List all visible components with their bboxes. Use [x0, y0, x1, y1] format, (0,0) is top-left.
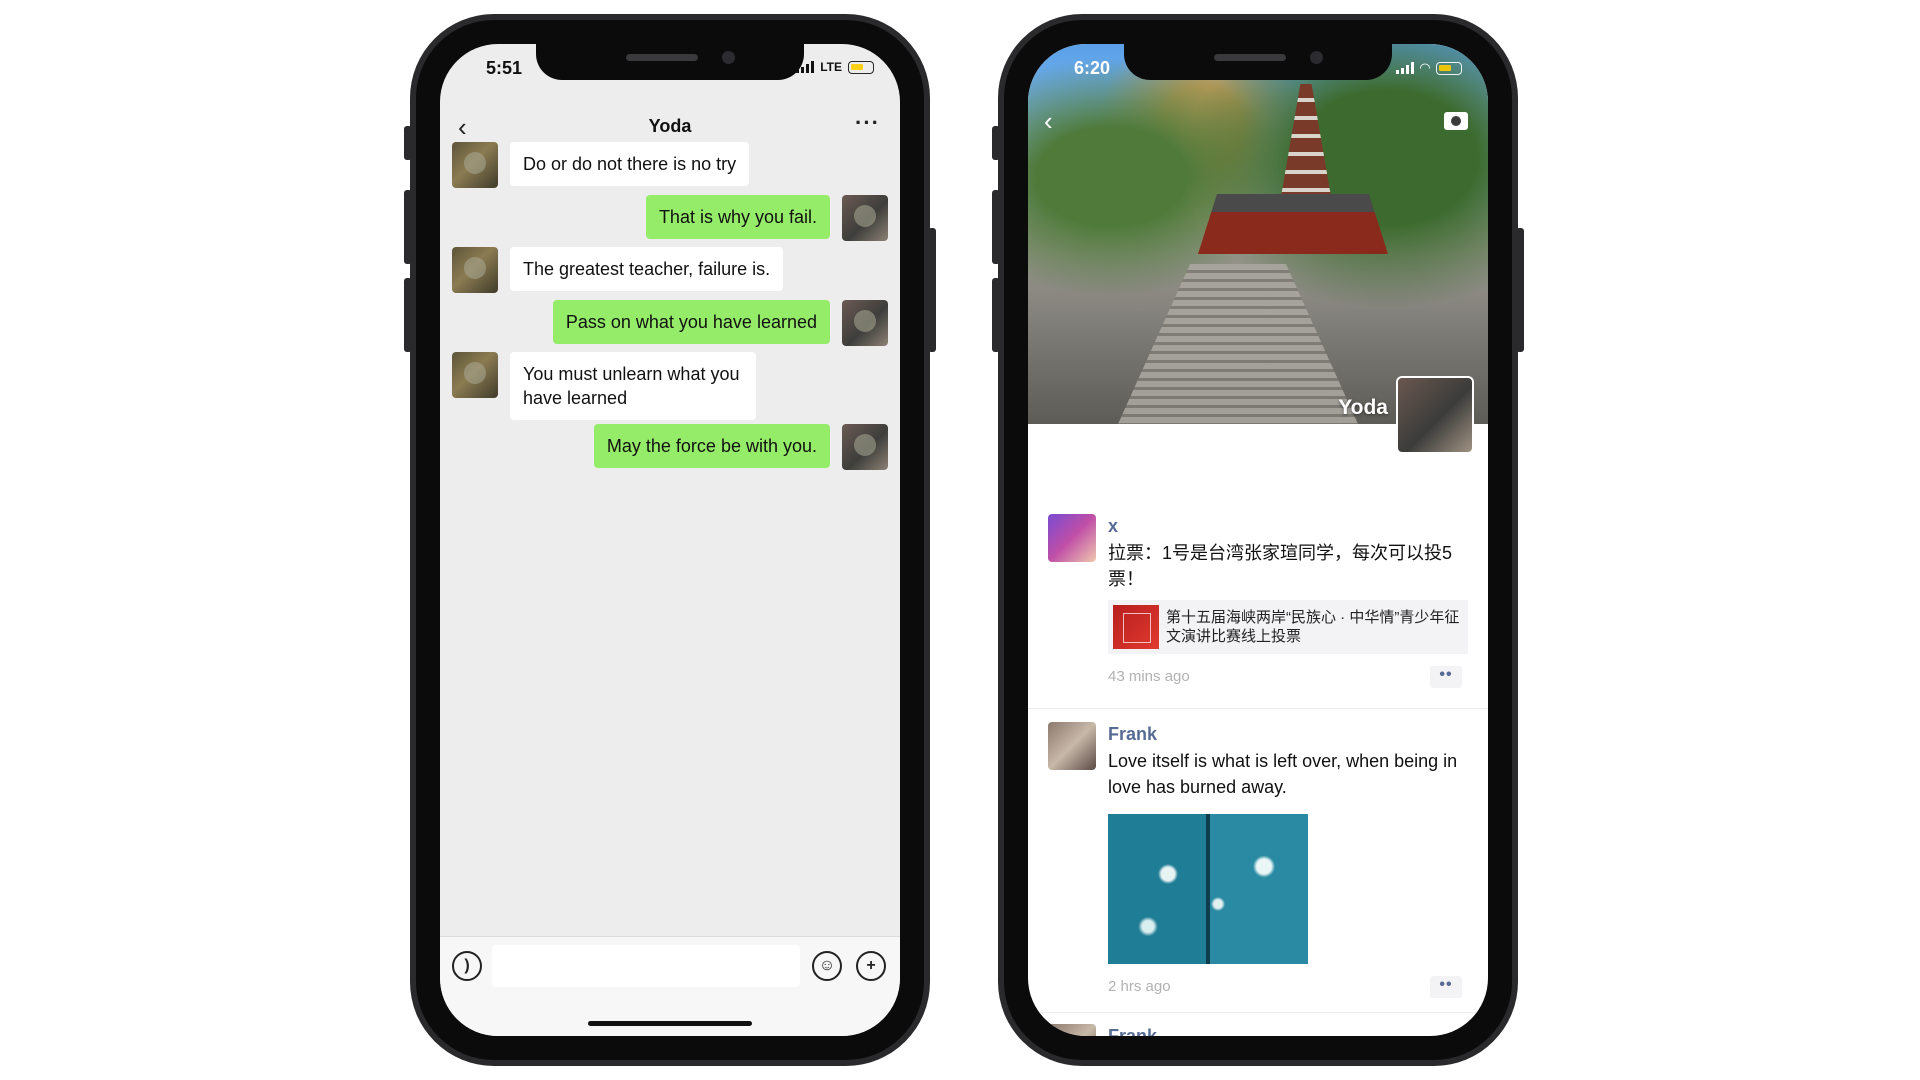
status-bar: 6:20 ◠ [1028, 58, 1488, 80]
message-incoming: The greatest teacher, failure is. [452, 247, 784, 293]
author-name[interactable]: Frank [1108, 722, 1466, 746]
post-image[interactable] [1108, 814, 1308, 964]
volume-up-button [992, 190, 1000, 264]
message-bubble[interactable]: Pass on what you have learned [552, 300, 830, 344]
chat-title: Yoda [648, 116, 692, 136]
contact-avatar[interactable] [452, 247, 498, 293]
mute-switch [404, 126, 412, 160]
message-incoming: Do or do not there is no try [452, 142, 750, 188]
message-outgoing: That is why you fail. [645, 195, 888, 241]
chat-screen: 5:51 LTE ‹ Yoda ··· Do or do not there i… [440, 44, 900, 1036]
author-avatar[interactable] [1048, 514, 1096, 562]
post-time: 43 mins ago [1108, 668, 1190, 685]
signal-icon [1396, 62, 1414, 74]
voice-icon[interactable]: ) [452, 951, 482, 981]
post-actions-button[interactable]: •• [1430, 666, 1462, 688]
post-actions-button[interactable]: •• [1430, 976, 1462, 998]
status-time: 6:20 [1074, 58, 1111, 78]
cover-photo[interactable] [1028, 44, 1488, 424]
battery-icon [1436, 61, 1462, 75]
message-outgoing: May the force be with you. [593, 424, 888, 470]
status-bar: 5:51 LTE [440, 58, 900, 80]
my-avatar[interactable] [842, 195, 888, 241]
message-incoming: You must unlearn what you have learned [452, 352, 756, 420]
back-icon[interactable]: ‹ [1044, 106, 1053, 137]
temple-shape [1198, 194, 1388, 254]
author-name[interactable]: x [1108, 514, 1466, 538]
post-text: 拉票：1号是台湾张家瑄同学，每次可以投5票！ [1108, 543, 1453, 589]
message-bubble[interactable]: Do or do not there is no try [510, 142, 750, 186]
moment-post: Frank [1028, 1024, 1488, 1036]
my-avatar[interactable] [842, 300, 888, 346]
message-bubble[interactable]: That is why you fail. [645, 195, 830, 239]
shared-link-card[interactable]: 第十五届海峡两岸“民族心 · 中华情”青少年征文演讲比赛线上投票 [1108, 600, 1468, 654]
moment-post: Frank Love itself is what is left over, … [1028, 722, 1488, 1000]
link-thumbnail [1113, 605, 1159, 649]
chat-input-bar: ) ☺ + [440, 936, 900, 1036]
moments-screen: 6:20 ◠ ‹ Yoda x 拉票：1号是台湾张家瑄同学，每次可以投5票！ 第… [1028, 44, 1488, 1036]
emoji-icon[interactable]: ☺ [812, 951, 842, 981]
network-label: LTE [820, 60, 842, 74]
author-avatar[interactable] [1048, 722, 1096, 770]
link-title: 第十五届海峡两岸“民族心 · 中华情”青少年征文演讲比赛线上投票 [1166, 609, 1460, 645]
message-input[interactable] [492, 945, 800, 987]
contact-avatar[interactable] [452, 142, 498, 188]
divider [1028, 1012, 1488, 1013]
message-bubble[interactable]: May the force be with you. [593, 424, 830, 468]
message-bubble[interactable]: You must unlearn what you have learned [510, 352, 756, 420]
post-meta: 2 hrs ago •• [1108, 976, 1466, 1000]
camera-icon[interactable] [1444, 112, 1468, 130]
my-avatar[interactable] [842, 424, 888, 470]
battery-icon [848, 60, 874, 74]
signal-icon [796, 61, 815, 73]
profile-name: Yoda [1338, 396, 1388, 419]
volume-down-button [404, 278, 412, 352]
profile-avatar[interactable] [1396, 376, 1474, 454]
phone-moments: 6:20 ◠ ‹ Yoda x 拉票：1号是台湾张家瑄同学，每次可以投5票！ 第… [992, 14, 1524, 1066]
volume-down-button [992, 278, 1000, 352]
post-text: Love itself is what is left over, when b… [1108, 751, 1458, 797]
author-name[interactable]: Frank [1108, 1024, 1466, 1036]
author-avatar[interactable] [1048, 1024, 1096, 1036]
more-icon[interactable]: ··· [855, 110, 880, 136]
power-button [1516, 228, 1524, 352]
mute-switch [992, 126, 1000, 160]
wifi-icon: ◠ [1420, 60, 1430, 75]
stairs-shape [1118, 264, 1358, 424]
home-indicator[interactable] [588, 1021, 752, 1026]
divider [1028, 708, 1488, 709]
moment-post: x 拉票：1号是台湾张家瑄同学，每次可以投5票！ 第十五届海峡两岸“民族心 · … [1028, 514, 1488, 690]
post-time: 2 hrs ago [1108, 978, 1171, 995]
status-time: 5:51 [486, 58, 523, 78]
power-button [928, 228, 936, 352]
plus-icon[interactable]: + [856, 951, 886, 981]
message-bubble[interactable]: The greatest teacher, failure is. [510, 247, 784, 291]
contact-avatar[interactable] [452, 352, 498, 398]
phone-chat: 5:51 LTE ‹ Yoda ··· Do or do not there i… [404, 14, 936, 1066]
message-outgoing: Pass on what you have learned [552, 300, 888, 346]
post-meta: 43 mins ago •• [1108, 666, 1466, 690]
volume-up-button [404, 190, 412, 264]
